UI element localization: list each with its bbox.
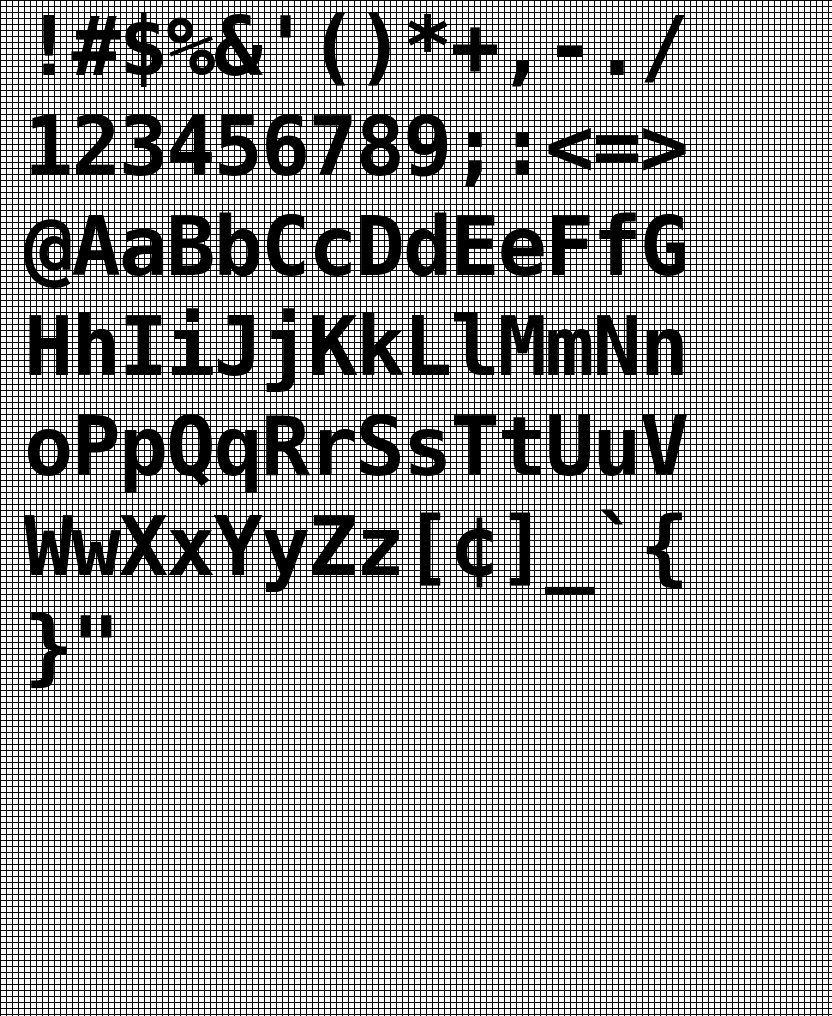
glyph-row-2-text: 123456789;:<=> <box>24 100 689 195</box>
glyph-row-4-text: HhIiJjKkLlMmNn <box>24 300 689 395</box>
glyph-row-5-text: oPpQqRrSsTtUuV <box>24 400 689 495</box>
glyph-row-2: 123456789;:<=> <box>24 100 689 196</box>
glyph-row-1-text: !#$%&'()*+,-./ <box>24 0 689 95</box>
glyph-row-6: WwXxYyZz[¢]_`{ <box>24 500 689 596</box>
font-sheet: !#$%&'()*+,-./ 123456789;:<=> @AaBbCcDdE… <box>0 0 832 1016</box>
glyph-row-3: @AaBbCcDdEeFfG <box>24 200 689 296</box>
glyph-row-7-text: }" <box>24 600 121 695</box>
glyph-row-6-text: WwXxYyZz[¢]_`{ <box>24 500 689 595</box>
glyph-row-7: }" <box>24 600 121 696</box>
glyph-row-1: !#$%&'()*+,-./ <box>24 0 689 96</box>
glyph-row-5: oPpQqRrSsTtUuV <box>24 400 689 496</box>
glyph-row-3-text: @AaBbCcDdEeFfG <box>24 200 689 295</box>
glyph-row-4: HhIiJjKkLlMmNn <box>24 300 689 396</box>
